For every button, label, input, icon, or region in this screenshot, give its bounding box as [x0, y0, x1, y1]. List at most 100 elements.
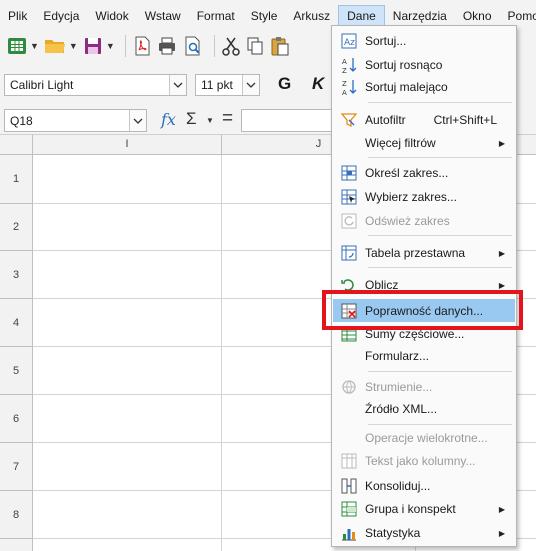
menu-item-operacje-wielokrotne: Operacje wielokrotne... [365, 431, 488, 445]
menu-item-odswiez-zakres: Odśwież zakres [333, 210, 515, 232]
menu-item-poprawnosc-danych[interactable]: Poprawność danych... [333, 299, 515, 322]
chevron-down-icon[interactable]: ▼ [206, 116, 214, 125]
dane-menu: Az Sortuj... AZ Sortuj rosnąco ZA Sortuj… [331, 25, 517, 547]
font-size-value: 11 pkt [201, 78, 233, 92]
formula-input[interactable] [241, 109, 341, 132]
menu-item-konsoliduj[interactable]: Konsoliduj... [333, 475, 515, 497]
name-box[interactable]: Q18 [4, 109, 147, 132]
menu-item-tekst-jako-kolumny: Tekst jako kolumny... [333, 450, 515, 472]
open-button[interactable]: ▼ [43, 33, 78, 59]
menu-narzedzia[interactable]: Narzędzia [385, 5, 455, 27]
bold-button[interactable]: G [278, 74, 291, 94]
refresh-range-icon [333, 210, 365, 232]
pivot-table-icon [333, 242, 365, 264]
sort-descending-icon: ZA [333, 76, 365, 98]
font-name-box[interactable]: Calibri Light [4, 74, 187, 96]
print-button[interactable] [156, 33, 178, 59]
select-range-icon [333, 186, 365, 208]
sort-ascending-icon: AZ [333, 54, 365, 76]
menu-item-wybierz-zakres[interactable]: Wybierz zakres... [333, 186, 515, 208]
svg-text:Az: Az [344, 38, 355, 48]
row-header[interactable]: 1 [0, 155, 33, 204]
chevron-down-icon[interactable]: ▼ [69, 41, 78, 51]
menu-separator [368, 157, 512, 158]
print-preview-icon [185, 36, 200, 56]
menu-item-strumienie: Strumienie... [333, 376, 515, 398]
folder-open-icon [44, 40, 65, 53]
chevron-down-icon[interactable] [169, 75, 186, 95]
sum-icon[interactable]: Σ [186, 109, 197, 129]
shortcut-label: Ctrl+Shift+L [433, 113, 497, 127]
toolbar-separator [124, 35, 126, 57]
cut-button[interactable] [221, 33, 241, 59]
menu-item-grupa-i-konspekt[interactable]: Grupa i konspekt ▶ [333, 498, 515, 520]
menu-separator [368, 424, 512, 425]
formula-equals-icon[interactable]: = [222, 108, 233, 130]
row-header[interactable] [0, 539, 33, 551]
validity-icon [333, 300, 365, 322]
print-preview-button[interactable] [182, 33, 204, 59]
subtotals-icon [333, 323, 365, 345]
group-outline-icon [333, 498, 365, 520]
row-header[interactable]: 5 [0, 347, 33, 395]
row-header[interactable]: 8 [0, 491, 33, 539]
row-header[interactable]: 6 [0, 395, 33, 443]
menu-item-sortuj-malejaco[interactable]: ZA Sortuj malejąco [333, 76, 515, 98]
menu-item-sortuj[interactable]: Az Sortuj... [333, 30, 515, 52]
chevron-down-icon[interactable] [242, 75, 259, 95]
paste-icon [271, 37, 289, 56]
menu-separator [368, 235, 512, 236]
svg-text:A: A [342, 89, 347, 96]
font-size-box[interactable]: 11 pkt [195, 74, 260, 96]
sort-icon: Az [333, 30, 365, 52]
menu-edycja[interactable]: Edycja [35, 5, 87, 27]
svg-text:Z: Z [342, 67, 347, 74]
menu-item-autofiltr[interactable]: Autofiltr Ctrl+Shift+L [333, 109, 515, 131]
autofilter-icon [333, 109, 365, 131]
menu-format[interactable]: Format [189, 5, 243, 27]
streams-icon [333, 376, 365, 398]
submenu-arrow-icon: ▶ [498, 504, 505, 514]
menu-item-sortuj-rosnaco[interactable]: AZ Sortuj rosnąco [333, 54, 515, 76]
export-pdf-button[interactable] [132, 33, 152, 59]
submenu-arrow-icon: ▶ [498, 280, 505, 290]
menu-item-sumy-czesciowe[interactable]: Sumy częściowe... [333, 323, 515, 345]
font-name-value: Calibri Light [10, 78, 74, 92]
menu-item-tabela-przestawna[interactable]: Tabela przestawna ▶ [333, 242, 515, 264]
select-all-corner[interactable] [0, 135, 33, 155]
paste-button[interactable] [269, 33, 291, 59]
printer-icon [158, 37, 175, 55]
function-wizard-icon[interactable]: fx [161, 110, 176, 129]
menu-item-zrodlo-xml[interactable]: Źródło XML... [333, 398, 515, 420]
new-spreadsheet-button[interactable]: ▼ [6, 33, 39, 59]
copy-button[interactable] [245, 33, 265, 59]
menu-pomoc[interactable]: Pomoc [500, 5, 536, 27]
menu-widok[interactable]: Widok [87, 5, 136, 27]
statistics-icon [333, 522, 365, 544]
row-header[interactable]: 2 [0, 204, 33, 251]
text-to-columns-icon [333, 450, 365, 472]
row-header[interactable]: 7 [0, 443, 33, 491]
chevron-down-icon[interactable]: ▼ [30, 41, 39, 51]
menu-separator [368, 267, 512, 268]
menu-wstaw[interactable]: Wstaw [137, 5, 189, 27]
menu-item-wiecej-filtrow[interactable]: Więcej filtrów ▶ [333, 132, 515, 154]
menu-style[interactable]: Style [243, 5, 286, 27]
menu-item-oblicz[interactable]: Oblicz ▶ [333, 274, 515, 296]
menu-item-statystyka[interactable]: Statystyka ▶ [333, 522, 515, 544]
copy-icon [247, 37, 263, 55]
menu-okno[interactable]: Okno [455, 5, 500, 27]
menu-arkusz[interactable]: Arkusz [285, 5, 338, 27]
row-header[interactable]: 4 [0, 299, 33, 347]
submenu-arrow-icon: ▶ [498, 528, 505, 538]
italic-button[interactable]: K [312, 74, 324, 94]
menu-plik[interactable]: Plik [0, 5, 35, 27]
chevron-down-icon[interactable] [129, 110, 146, 131]
menu-dane[interactable]: Dane [338, 5, 385, 27]
column-header-i[interactable]: I [33, 135, 222, 155]
menu-item-formularz[interactable]: Formularz... [333, 345, 515, 367]
row-header[interactable]: 3 [0, 251, 33, 299]
menu-item-okresl-zakres[interactable]: Określ zakres... [333, 162, 515, 184]
chevron-down-icon[interactable]: ▼ [106, 41, 115, 51]
save-button[interactable]: ▼ [82, 33, 115, 59]
